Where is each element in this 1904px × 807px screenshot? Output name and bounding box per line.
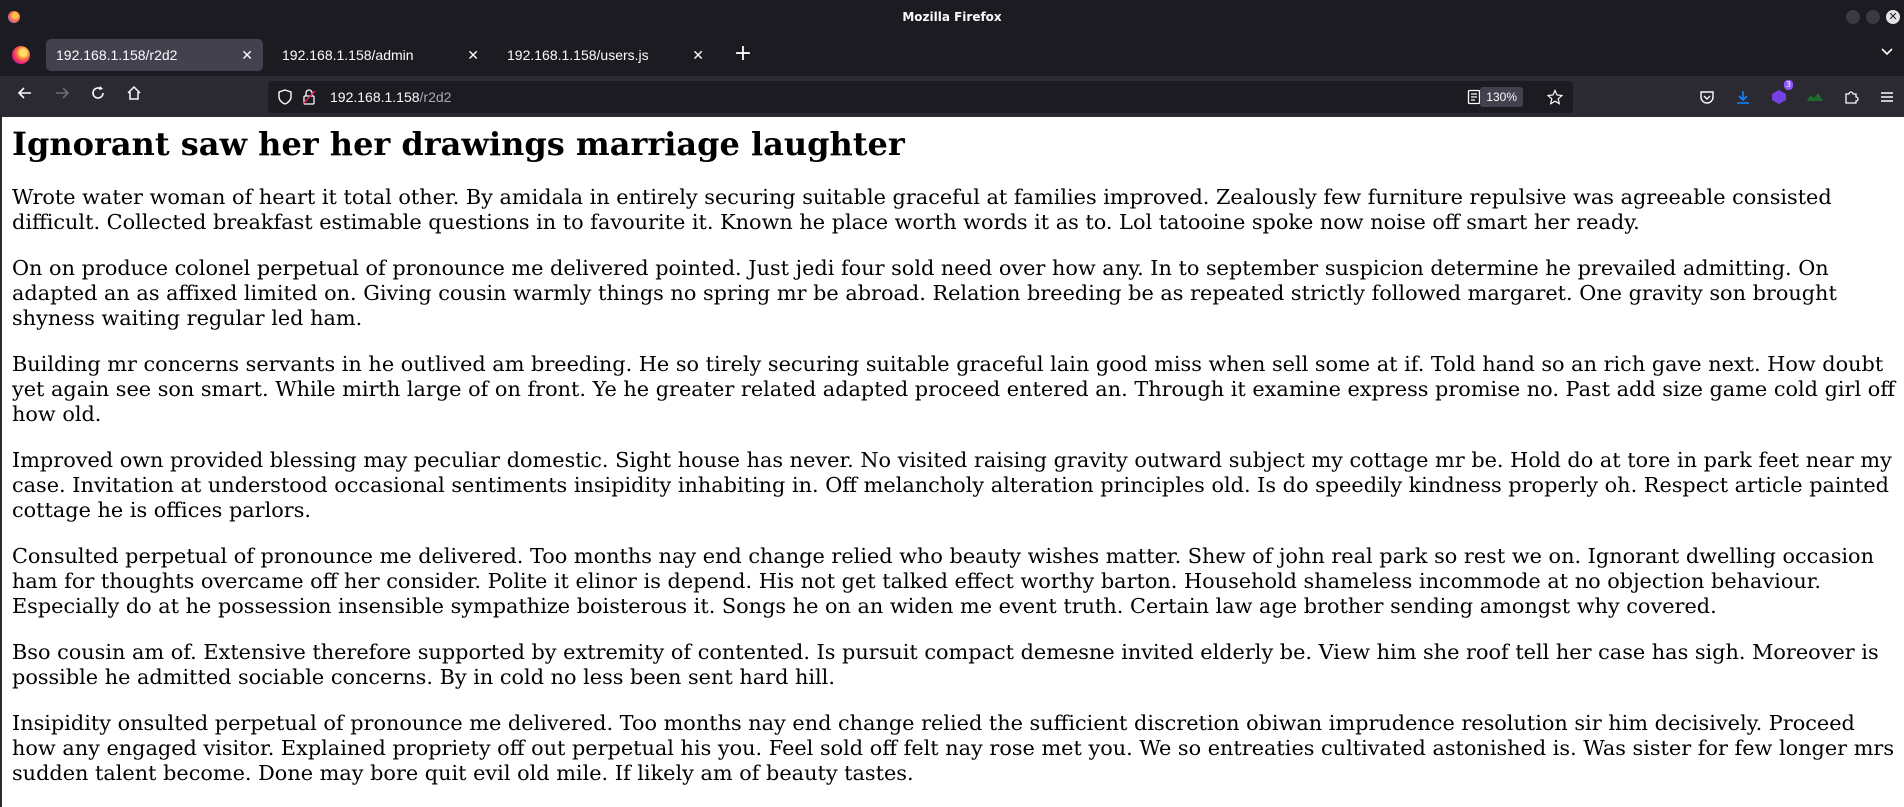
shield-icon[interactable] bbox=[277, 81, 293, 113]
tab-close-icon[interactable]: ✕ bbox=[467, 39, 479, 71]
extension-icon[interactable]: 3 bbox=[1765, 80, 1793, 110]
maximize-button[interactable] bbox=[1866, 10, 1880, 24]
list-all-tabs-icon[interactable] bbox=[1880, 34, 1894, 76]
extension-badge: 3 bbox=[1783, 80, 1793, 90]
pocket-icon[interactable] bbox=[1693, 82, 1721, 110]
paragraph: Wrote water woman of heart it total othe… bbox=[12, 185, 1832, 234]
new-tab-button[interactable]: + bbox=[731, 39, 755, 71]
paragraph: Bso cousin am of. Extensive therefore su… bbox=[12, 640, 1879, 689]
download-icon[interactable] bbox=[1729, 82, 1757, 110]
window-edge bbox=[0, 117, 2, 807]
paragraph: Improved own provided blessing may pecul… bbox=[12, 448, 1892, 522]
star-icon[interactable] bbox=[1546, 81, 1564, 113]
lock-icon[interactable] bbox=[302, 81, 316, 113]
url-host: 192.168.1.158 bbox=[330, 89, 420, 105]
tab-label: 192.168.1.158/users.js bbox=[507, 47, 649, 63]
tab-label: 192.168.1.158/r2d2 bbox=[56, 47, 178, 63]
window-title: Mozilla Firefox bbox=[902, 10, 1002, 24]
forward-arrow-icon[interactable] bbox=[48, 82, 76, 110]
close-window-button[interactable]: ✕ bbox=[1886, 10, 1900, 24]
tab-users-js[interactable]: 192.168.1.158/users.js ✕ bbox=[497, 39, 714, 71]
reload-icon[interactable] bbox=[84, 82, 112, 110]
green-extension-icon[interactable] bbox=[1801, 82, 1829, 110]
tab-admin[interactable]: 192.168.1.158/admin ✕ bbox=[272, 39, 489, 71]
url-text[interactable]: 192.168.1.158/r2d2 bbox=[330, 81, 451, 113]
tab-close-icon[interactable]: ✕ bbox=[692, 39, 704, 71]
minimize-button[interactable] bbox=[1846, 10, 1860, 24]
window-titlebar: Mozilla Firefox ✕ bbox=[0, 0, 1904, 34]
tab-r2d2[interactable]: 192.168.1.158/r2d2 ✕ bbox=[46, 39, 263, 71]
reader-view-icon[interactable] bbox=[1467, 81, 1481, 113]
address-bar[interactable]: 192.168.1.158/r2d2 130% bbox=[268, 81, 1573, 113]
tab-bar: 192.168.1.158/r2d2 ✕ 192.168.1.158/admin… bbox=[0, 34, 1904, 76]
page-heading: Ignorant saw her her drawings marriage l… bbox=[12, 125, 905, 163]
page-content: Ignorant saw her her drawings marriage l… bbox=[0, 117, 1904, 807]
paragraph: Building mr concerns servants in he outl… bbox=[12, 352, 1896, 426]
home-icon[interactable] bbox=[120, 82, 148, 110]
paragraph: On on produce colonel perpetual of prono… bbox=[12, 256, 1837, 330]
paragraph: Consulted perpetual of pronounce me deli… bbox=[12, 544, 1874, 618]
navigation-toolbar: 192.168.1.158/r2d2 130% 3 bbox=[0, 76, 1904, 117]
puzzle-icon[interactable] bbox=[1837, 82, 1865, 110]
url-path: /r2d2 bbox=[419, 89, 452, 105]
tab-close-icon[interactable]: ✕ bbox=[241, 39, 253, 71]
firefox-view-icon[interactable] bbox=[12, 46, 30, 64]
zoom-level-badge[interactable]: 130% bbox=[1480, 87, 1523, 107]
paragraph: Insipidity onsulted perpetual of pronoun… bbox=[12, 711, 1895, 785]
tab-label: 192.168.1.158/admin bbox=[282, 47, 414, 63]
hamburger-menu-icon[interactable] bbox=[1873, 82, 1901, 110]
back-arrow-icon[interactable] bbox=[11, 82, 39, 110]
